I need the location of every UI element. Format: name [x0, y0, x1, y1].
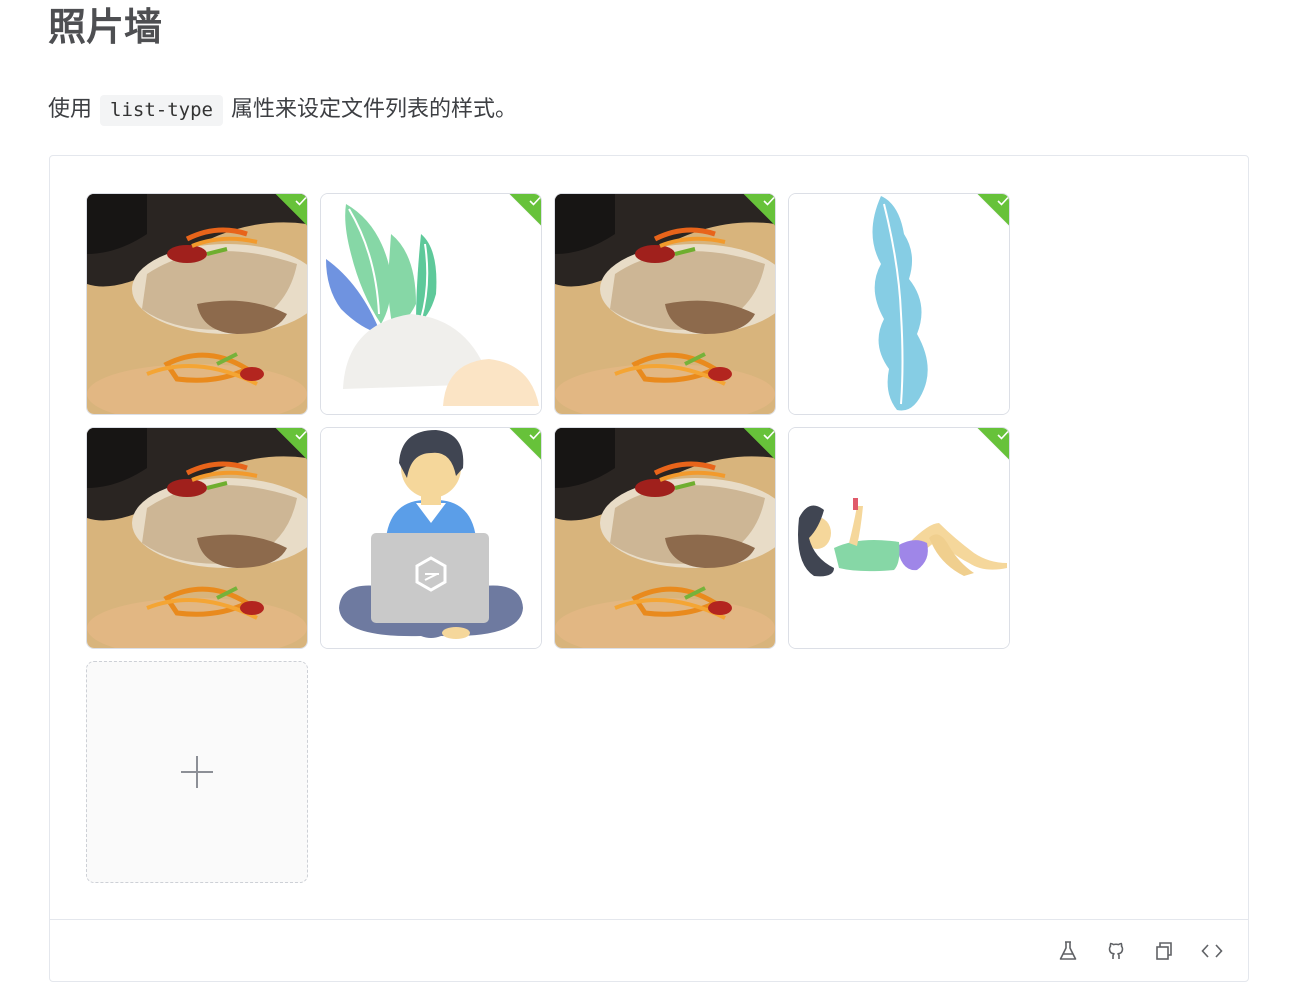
upload-list-item[interactable] [788, 427, 1010, 649]
inline-code: list-type [100, 94, 223, 126]
check-icon [763, 196, 775, 206]
food-thumbnail [87, 194, 307, 414]
description: 使用 list-type 属性来设定文件列表的样式。 [48, 92, 517, 128]
check-icon [295, 430, 307, 440]
upload-trigger-button[interactable] [86, 661, 308, 883]
upload-list-item[interactable] [788, 193, 1010, 415]
plus-icon [181, 756, 213, 788]
food-thumbnail [555, 428, 775, 648]
upload-list-item[interactable] [554, 193, 776, 415]
github-icon[interactable] [1104, 939, 1128, 963]
person-laptop-thumbnail [321, 428, 541, 648]
demo-block [49, 155, 1249, 982]
plant-thumbnail [321, 194, 541, 414]
copy-icon[interactable] [1152, 939, 1176, 963]
check-icon [529, 196, 541, 206]
upload-list-item[interactable] [86, 427, 308, 649]
check-icon [295, 196, 307, 206]
demo-body [50, 156, 1248, 920]
check-icon [997, 430, 1009, 440]
upload-list-item[interactable] [554, 427, 776, 649]
person-reclining-thumbnail [789, 428, 1009, 648]
upload-list-item[interactable] [86, 193, 308, 415]
flask-icon[interactable] [1056, 939, 1080, 963]
check-icon [763, 430, 775, 440]
check-icon [997, 196, 1009, 206]
upload-list-item[interactable] [320, 193, 542, 415]
food-thumbnail [555, 194, 775, 414]
leaf-thumbnail [789, 194, 1009, 414]
demo-footer-toolbar [50, 919, 1248, 981]
upload-list-item[interactable] [320, 427, 542, 649]
description-text-before: 使用 [48, 97, 93, 122]
description-text-after: 属性来设定文件列表的样式。 [230, 97, 517, 122]
check-icon [529, 430, 541, 440]
code-icon[interactable] [1200, 939, 1224, 963]
page-title: 照片墙 [48, 5, 163, 49]
food-thumbnail [87, 428, 307, 648]
